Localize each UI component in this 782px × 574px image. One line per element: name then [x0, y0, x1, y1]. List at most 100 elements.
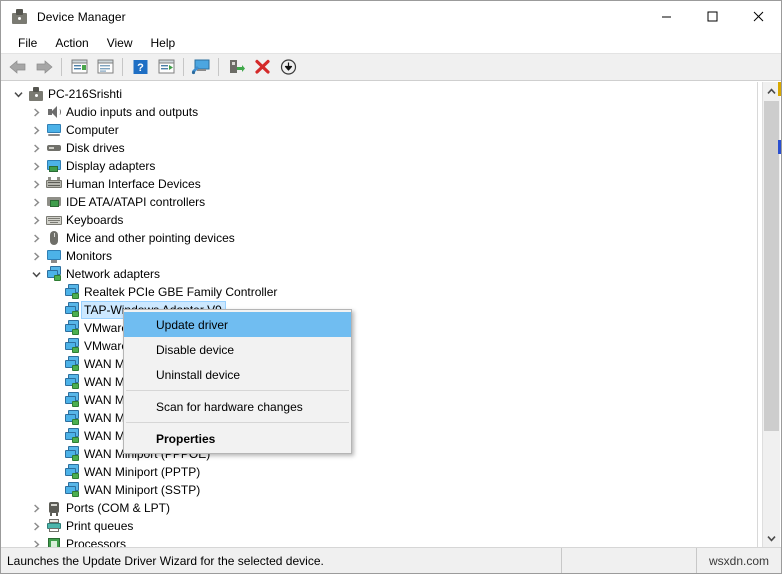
monitor-icon — [44, 247, 64, 265]
context-menu-item[interactable]: Scan for hardware changes — [124, 394, 351, 419]
tree-item[interactable]: Network adapters — [2, 265, 757, 283]
watermark: wsxdn.com — [697, 548, 781, 573]
tree-item[interactable]: Computer — [2, 121, 757, 139]
twisty-spacer — [46, 463, 62, 481]
minimize-button[interactable] — [643, 1, 689, 32]
svg-text:?: ? — [137, 62, 144, 74]
chevron-right-icon[interactable] — [28, 229, 44, 247]
display-adapter-icon — [44, 157, 64, 175]
tree-item[interactable]: IDE ATA/ATAPI controllers — [2, 193, 757, 211]
tree-item-label: WAN Miniport (SSTP) — [82, 482, 203, 498]
tree-item[interactable]: PC-216Srishti — [2, 85, 757, 103]
toolbar-separator — [218, 58, 219, 76]
help-icon[interactable]: ? — [127, 55, 153, 79]
tree-item[interactable]: VMware Virtual Ethernet Adapter for VMne… — [2, 319, 757, 337]
window-controls — [643, 1, 781, 32]
twisty-spacer — [46, 427, 62, 445]
scrollbar-thumb[interactable] — [764, 101, 779, 431]
context-menu-item[interactable]: Disable device — [124, 337, 351, 362]
tree-item-label: PC-216Srishti — [46, 86, 125, 102]
show-hidden-devices-icon[interactable] — [92, 55, 118, 79]
tree-item-label: Processors — [64, 536, 129, 547]
tree-item-label: Keyboards — [64, 212, 126, 228]
chevron-right-icon[interactable] — [28, 211, 44, 229]
network-adapter-icon — [62, 463, 82, 481]
context-menu-item[interactable]: Properties — [124, 426, 351, 451]
context-menu-item[interactable]: Update driver — [124, 312, 351, 337]
tree-item[interactable]: TAP-Windows Adapter V9 — [2, 301, 757, 319]
mouse-icon — [44, 229, 64, 247]
maximize-button[interactable] — [689, 1, 735, 32]
tree-item[interactable]: Display adapters — [2, 157, 757, 175]
menu-help[interactable]: Help — [142, 34, 185, 52]
twisty-spacer — [46, 337, 62, 355]
context-menu: Update driverDisable deviceUninstall dev… — [123, 309, 352, 454]
tree-item[interactable]: Mice and other pointing devices — [2, 229, 757, 247]
twisty-spacer — [46, 355, 62, 373]
forward-icon[interactable] — [31, 55, 57, 79]
device-manager-icon — [11, 8, 28, 25]
chevron-right-icon[interactable] — [28, 535, 44, 547]
tree-item-label: WAN Miniport (PPTP) — [82, 464, 203, 480]
keyboard-icon — [44, 211, 64, 229]
chevron-right-icon[interactable] — [28, 517, 44, 535]
window-edge-markers — [778, 82, 781, 547]
tree-item-label: Disk drives — [64, 140, 128, 156]
menu-file[interactable]: File — [9, 34, 46, 52]
network-adapter-icon — [62, 355, 82, 373]
menu-action[interactable]: Action — [46, 34, 97, 52]
toolbar-separator — [183, 58, 184, 76]
device-manager-window: Device Manager File Action View Help — [0, 0, 782, 574]
tree-item[interactable]: WAN Miniport (PPPOE) — [2, 445, 757, 463]
device-tree: PC-216SrishtiAudio inputs and outputsCom… — [2, 82, 757, 547]
tree-item[interactable]: Print queues — [2, 517, 757, 535]
chevron-down-icon[interactable] — [10, 85, 26, 103]
chevron-right-icon[interactable] — [28, 175, 44, 193]
network-adapter-icon — [62, 283, 82, 301]
uninstall-device-icon[interactable] — [249, 55, 275, 79]
status-bar: Launches the Update Driver Wizard for th… — [1, 547, 781, 573]
tree-item[interactable]: WAN Miniport (L2TP) — [2, 409, 757, 427]
chevron-right-icon[interactable] — [28, 103, 44, 121]
chevron-down-icon[interactable] — [28, 265, 44, 283]
hid-icon — [44, 175, 64, 193]
chevron-right-icon[interactable] — [28, 121, 44, 139]
install-legacy-hardware-icon[interactable] — [275, 55, 301, 79]
update-driver-icon[interactable] — [153, 55, 179, 79]
close-button[interactable] — [735, 1, 781, 32]
tree-item[interactable]: WAN Miniport (Network Monitor) — [2, 427, 757, 445]
chevron-right-icon[interactable] — [28, 499, 44, 517]
chevron-right-icon[interactable] — [28, 157, 44, 175]
tree-item[interactable]: Processors — [2, 535, 757, 547]
tree-item[interactable]: WAN Miniport (IKEv2) — [2, 355, 757, 373]
device-tree-panel[interactable]: PC-216SrishtiAudio inputs and outputsCom… — [2, 82, 758, 547]
tree-item[interactable]: VMware Virtual Ethernet Adapter for VMne… — [2, 337, 757, 355]
tree-item[interactable]: Monitors — [2, 247, 757, 265]
tree-item[interactable]: WAN Miniport (IPv6) — [2, 391, 757, 409]
tree-item[interactable]: Human Interface Devices — [2, 175, 757, 193]
tree-item[interactable]: Keyboards — [2, 211, 757, 229]
context-menu-item[interactable]: Uninstall device — [124, 362, 351, 387]
scan-for-hardware-changes-icon[interactable] — [188, 55, 214, 79]
tree-item[interactable]: WAN Miniport (SSTP) — [2, 481, 757, 499]
menu-view[interactable]: View — [98, 34, 142, 52]
tree-item[interactable]: WAN Miniport (PPTP) — [2, 463, 757, 481]
twisty-spacer — [46, 481, 62, 499]
port-icon — [44, 499, 64, 517]
tree-item[interactable]: Disk drives — [2, 139, 757, 157]
chevron-right-icon[interactable] — [28, 193, 44, 211]
chevron-right-icon[interactable] — [28, 139, 44, 157]
properties-icon[interactable] — [66, 55, 92, 79]
twisty-spacer — [46, 445, 62, 463]
tree-item[interactable]: WAN Miniport (IP) — [2, 373, 757, 391]
chevron-right-icon[interactable] — [28, 247, 44, 265]
tree-item[interactable]: Realtek PCIe GBE Family Controller — [2, 283, 757, 301]
network-adapter-icon — [62, 427, 82, 445]
tree-item[interactable]: Ports (COM & LPT) — [2, 499, 757, 517]
title-bar: Device Manager — [1, 1, 781, 32]
tree-item[interactable]: Audio inputs and outputs — [2, 103, 757, 121]
status-cell-empty — [562, 548, 697, 573]
toolbar: ? — [1, 53, 781, 81]
enable-device-icon[interactable] — [223, 55, 249, 79]
back-icon[interactable] — [5, 55, 31, 79]
